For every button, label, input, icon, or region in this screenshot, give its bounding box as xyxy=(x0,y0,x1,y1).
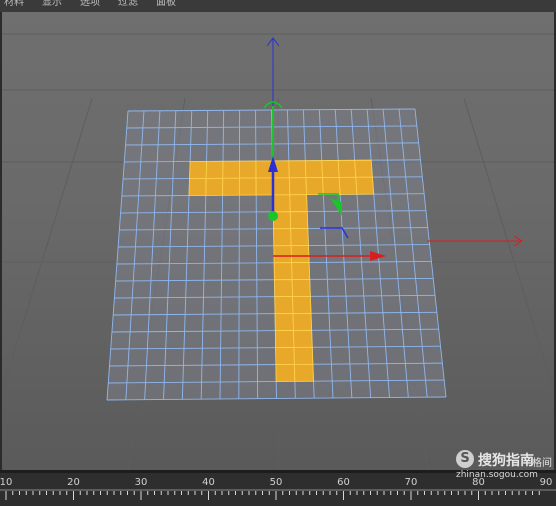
timeline-tick-label: 70 xyxy=(405,477,418,488)
3d-viewport[interactable] xyxy=(2,12,554,470)
selected-polygon[interactable] xyxy=(291,279,311,297)
selected-polygon[interactable] xyxy=(274,296,294,315)
selected-polygon[interactable] xyxy=(222,177,240,196)
menu-item-display[interactable]: 显示 xyxy=(42,0,62,12)
selected-polygon[interactable] xyxy=(292,312,313,331)
selected-polygon[interactable] xyxy=(275,363,296,382)
selected-polygon[interactable] xyxy=(288,177,307,196)
timeline-tick-label: 30 xyxy=(135,477,148,488)
selected-polygon[interactable] xyxy=(274,279,293,298)
watermark-url: zhinan.sogou.com xyxy=(456,470,538,480)
selected-polygon[interactable] xyxy=(290,228,309,247)
selected-polygon[interactable] xyxy=(354,159,373,178)
selected-polygon[interactable] xyxy=(188,177,207,196)
timeline-tick-label: 20 xyxy=(67,477,80,488)
selected-polygon[interactable] xyxy=(289,211,309,230)
selected-polygon[interactable] xyxy=(304,160,323,179)
selected-polygon[interactable] xyxy=(238,177,257,196)
menu-item-material[interactable]: 材料 xyxy=(4,0,24,12)
menu-item-options[interactable]: 选项 xyxy=(80,0,100,12)
selected-polygon[interactable] xyxy=(289,194,308,213)
floor-grid-line xyxy=(463,98,554,394)
watermark: S 搜狗指南 格间 zhinan.sogou.com xyxy=(456,450,556,484)
selected-polygon[interactable] xyxy=(292,295,312,314)
selected-polygon[interactable] xyxy=(288,160,307,179)
selected-polygon[interactable] xyxy=(222,160,240,179)
menu-item-filter[interactable]: 过滤 xyxy=(118,0,138,12)
axis-center-icon[interactable] xyxy=(268,211,278,221)
selected-polygon[interactable] xyxy=(273,262,293,281)
selected-polygon[interactable] xyxy=(189,160,207,179)
timeline-tick-label: 10 xyxy=(0,477,12,488)
selected-polygon[interactable] xyxy=(255,177,274,196)
selected-polygon[interactable] xyxy=(272,194,291,213)
selected-polygon[interactable] xyxy=(273,228,292,247)
menu-item-panel[interactable]: 面板 xyxy=(156,0,176,12)
selected-polygon[interactable] xyxy=(293,363,314,382)
watermark-name: 搜狗指南 xyxy=(478,453,534,469)
selected-polygon[interactable] xyxy=(239,160,257,179)
selected-polygon[interactable] xyxy=(275,347,295,365)
selected-polygon[interactable] xyxy=(338,176,358,195)
selected-polygon[interactable] xyxy=(355,176,375,195)
timeline-tick-label: 60 xyxy=(337,477,350,488)
selected-polygon[interactable] xyxy=(273,245,293,264)
selected-polygon[interactable] xyxy=(205,177,224,196)
selected-polygon[interactable] xyxy=(274,313,294,332)
timeline-tick-label: 50 xyxy=(270,477,283,488)
selected-polygon[interactable] xyxy=(305,177,324,196)
selected-polygon[interactable] xyxy=(321,160,340,178)
selected-polygon[interactable] xyxy=(290,245,310,263)
selected-polygon[interactable] xyxy=(337,159,357,178)
selected-polygon[interactable] xyxy=(293,346,314,365)
selected-polygon[interactable] xyxy=(322,176,341,195)
sogou-logo-icon: S xyxy=(456,450,474,468)
selected-polygon[interactable] xyxy=(274,330,295,348)
menu-bar: 材料 显示 选项 过滤 面板 xyxy=(0,0,556,12)
selected-polygon[interactable] xyxy=(291,262,311,280)
timeline-tick-label: 40 xyxy=(202,477,215,488)
selected-polygon[interactable] xyxy=(205,160,224,179)
selected-polygon[interactable] xyxy=(272,177,291,196)
watermark-extra: 格间 xyxy=(532,458,552,469)
selected-polygon[interactable] xyxy=(293,329,313,348)
floor-grid-line xyxy=(2,98,93,394)
